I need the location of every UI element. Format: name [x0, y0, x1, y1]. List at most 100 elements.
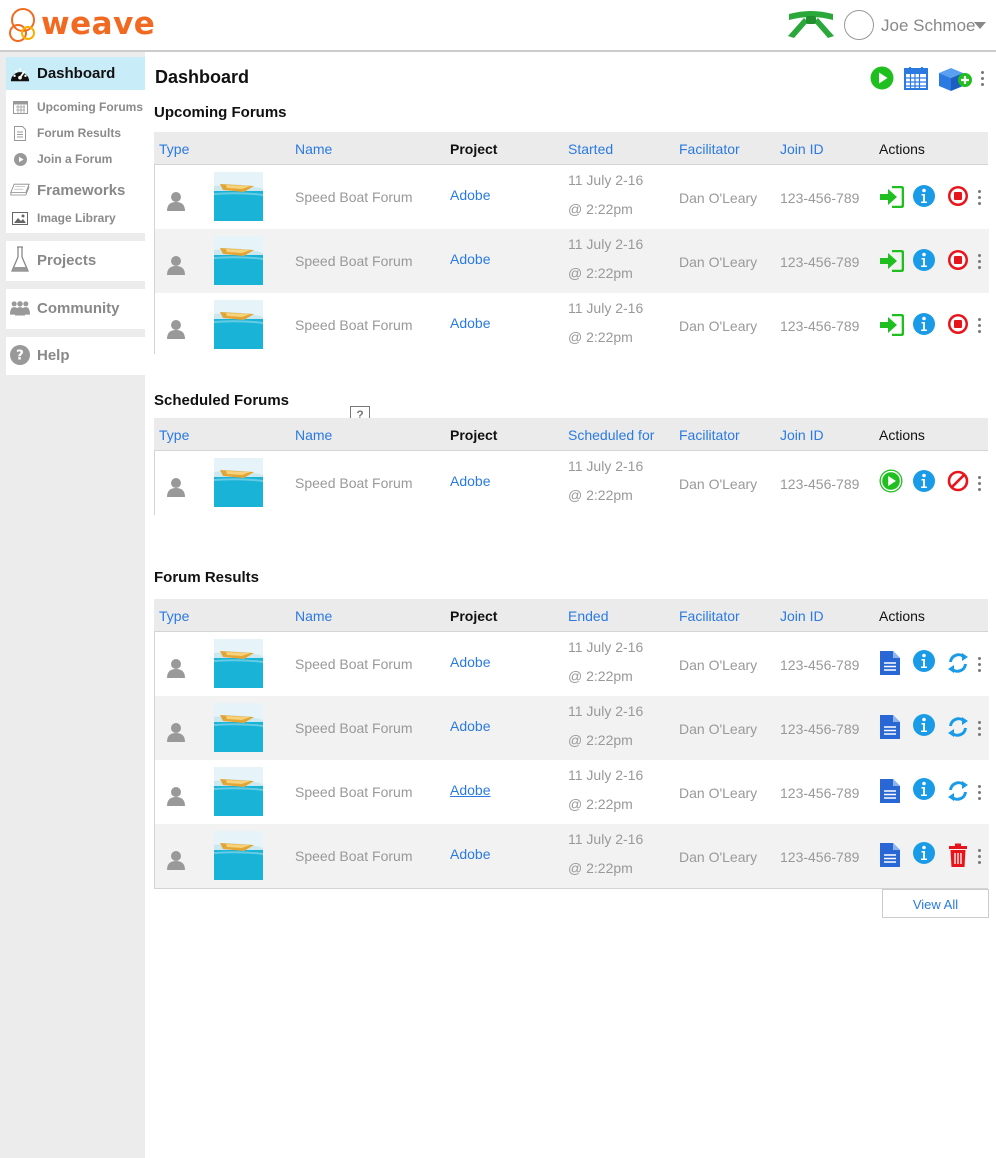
column-header-name[interactable]: Name: [295, 427, 332, 443]
column-header-facilitator[interactable]: Facilitator: [679, 141, 740, 157]
project-link[interactable]: Adobe: [450, 782, 490, 798]
info-icon[interactable]: [912, 841, 936, 870]
column-header-name[interactable]: Name: [295, 608, 332, 624]
stop-icon[interactable]: [947, 185, 969, 212]
forum-name[interactable]: Speed Boat Forum: [295, 253, 413, 269]
forum-name[interactable]: Speed Boat Forum: [295, 189, 413, 205]
forum-thumbnail[interactable]: [214, 236, 263, 285]
forum-thumbnail[interactable]: [214, 639, 263, 688]
report-icon[interactable]: [880, 715, 900, 744]
forum-name[interactable]: Speed Boat Forum: [295, 317, 413, 333]
info-icon[interactable]: [912, 713, 936, 742]
row-more-menu[interactable]: [978, 785, 982, 803]
forum-thumbnail[interactable]: [214, 767, 263, 816]
start-forum-icon[interactable]: [879, 469, 903, 498]
info-icon[interactable]: [912, 184, 936, 213]
column-header-type[interactable]: Type: [159, 141, 189, 157]
sidebar-item-frameworks[interactable]: Frameworks: [6, 178, 145, 202]
table-row[interactable]: Speed Boat Forum Adobe 11 July 2-16 @ 2:22p…: [155, 165, 989, 229]
column-header-started[interactable]: Started: [568, 141, 613, 157]
project-link[interactable]: Adobe: [450, 654, 490, 670]
user-name[interactable]: Joe Schmoe: [881, 16, 976, 36]
stop-icon[interactable]: [947, 313, 969, 340]
row-more-menu[interactable]: [978, 721, 982, 739]
chevron-down-icon[interactable]: [974, 22, 986, 29]
row-more-menu[interactable]: [978, 318, 982, 336]
forum-name[interactable]: Speed Boat Forum: [295, 656, 413, 672]
column-header-join-id[interactable]: Join ID: [780, 141, 824, 157]
table-row[interactable]: Speed Boat Forum Adobe 11 July 2-16 @ 2:22p…: [155, 632, 989, 696]
table-row[interactable]: Speed Boat Forum Adobe 11 July 2-16 @ 2:22p…: [155, 229, 989, 293]
calendar-button[interactable]: [904, 67, 928, 90]
view-all-button[interactable]: View All: [882, 889, 989, 918]
info-icon[interactable]: [912, 777, 936, 806]
table-row[interactable]: Speed Boat Forum Adobe 11 July 2-16 @ 2:22p…: [155, 824, 989, 888]
table-row[interactable]: Speed Boat Forum Adobe 11 July 2-16 @ 2:22p…: [155, 696, 989, 760]
refresh-icon[interactable]: [947, 652, 969, 679]
sidebar-item-join-forum[interactable]: Join a Forum: [6, 149, 145, 169]
column-header-type[interactable]: Type: [159, 427, 189, 443]
forum-thumbnail[interactable]: [214, 831, 263, 880]
project-link[interactable]: Adobe: [450, 846, 490, 862]
forum-name[interactable]: Speed Boat Forum: [295, 475, 413, 491]
new-box-button[interactable]: [937, 65, 973, 93]
column-header-ended[interactable]: Ended: [568, 608, 608, 624]
column-header-type[interactable]: Type: [159, 608, 189, 624]
refresh-icon[interactable]: [947, 716, 969, 743]
info-icon[interactable]: [912, 469, 936, 498]
avatar[interactable]: [844, 10, 874, 40]
sidebar-item-community[interactable]: Community: [6, 294, 145, 322]
forum-thumbnail[interactable]: [214, 703, 263, 752]
column-header-facilitator[interactable]: Facilitator: [679, 427, 740, 443]
info-icon[interactable]: [912, 312, 936, 341]
row-more-menu[interactable]: [978, 657, 982, 675]
date-line-2: @ 2:22pm: [568, 201, 633, 217]
project-link[interactable]: Adobe: [450, 187, 490, 203]
forum-name[interactable]: Speed Boat Forum: [295, 784, 413, 800]
forum-thumbnail[interactable]: [214, 172, 263, 221]
weave-logo[interactable]: weave: [8, 6, 155, 46]
cancel-icon[interactable]: [947, 470, 969, 497]
forum-name[interactable]: Speed Boat Forum: [295, 848, 413, 864]
trash-icon[interactable]: [948, 843, 968, 872]
join-id: 123-456-789: [780, 476, 860, 492]
forum-name[interactable]: Speed Boat Forum: [295, 720, 413, 736]
project-link[interactable]: Adobe: [450, 473, 490, 489]
sidebar-item-projects[interactable]: Projects: [6, 245, 145, 275]
join-forum-icon[interactable]: [879, 185, 905, 213]
column-header-facilitator[interactable]: Facilitator: [679, 608, 740, 624]
join-forum-icon[interactable]: [879, 313, 905, 341]
info-icon[interactable]: [912, 649, 936, 678]
row-more-menu[interactable]: [978, 190, 982, 208]
table-row[interactable]: Speed Boat Forum Adobe 11 July 2-16 @ 2:22p…: [155, 451, 989, 515]
sidebar-item-dashboard[interactable]: Dashboard: [6, 57, 145, 90]
sidebar-item-image-library[interactable]: Image Library: [6, 207, 145, 229]
stop-icon[interactable]: [947, 249, 969, 276]
forum-thumbnail[interactable]: [214, 458, 263, 507]
project-link[interactable]: Adobe: [450, 251, 490, 267]
sidebar: Dashboard Upcoming Forums Forum Results …: [0, 52, 145, 1158]
report-icon[interactable]: [880, 779, 900, 808]
refresh-icon[interactable]: [947, 780, 969, 807]
table-row[interactable]: Speed Boat Forum Adobe 11 July 2-16 @ 2:22p…: [155, 293, 989, 357]
report-icon[interactable]: [880, 651, 900, 680]
table-row[interactable]: Speed Boat Forum Adobe 11 July 2-16 @ 2:22p…: [155, 760, 989, 824]
row-more-menu[interactable]: [978, 254, 982, 272]
project-link[interactable]: Adobe: [450, 315, 490, 331]
row-more-menu[interactable]: [978, 476, 982, 494]
column-header-join-id[interactable]: Join ID: [780, 427, 824, 443]
column-header-scheduled-for[interactable]: Scheduled for: [568, 427, 654, 443]
info-icon[interactable]: [912, 248, 936, 277]
row-more-menu[interactable]: [978, 849, 982, 867]
project-link[interactable]: Adobe: [450, 718, 490, 734]
sidebar-item-forum-results[interactable]: Forum Results: [6, 123, 145, 143]
forum-thumbnail[interactable]: [214, 300, 263, 349]
start-forum-button[interactable]: [870, 66, 894, 90]
sidebar-item-help[interactable]: ? Help: [6, 341, 145, 369]
join-forum-icon[interactable]: [879, 249, 905, 277]
page-more-menu[interactable]: [981, 71, 985, 89]
report-icon[interactable]: [880, 843, 900, 872]
column-header-name[interactable]: Name: [295, 141, 332, 157]
sidebar-item-upcoming-forums[interactable]: Upcoming Forums: [6, 97, 145, 117]
column-header-join-id[interactable]: Join ID: [780, 608, 824, 624]
